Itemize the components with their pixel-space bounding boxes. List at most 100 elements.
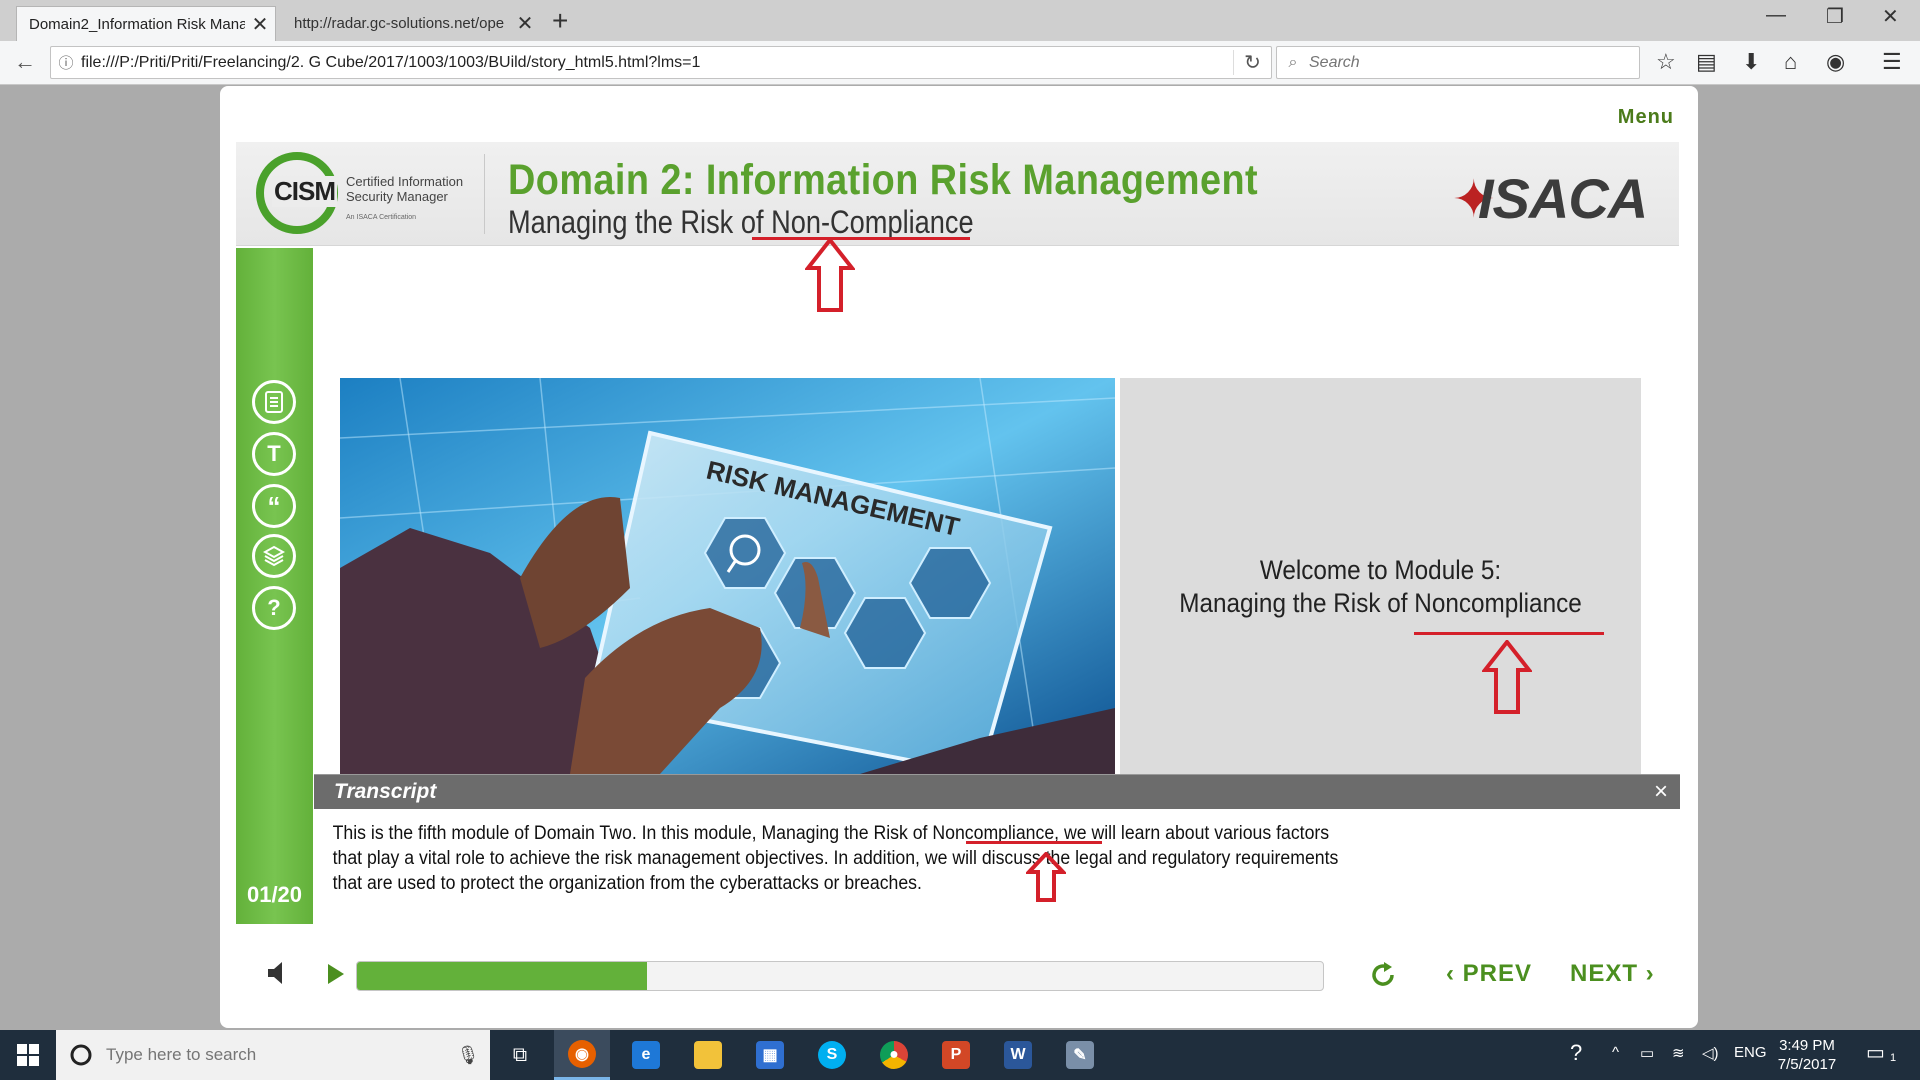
transcript-toggle-icon[interactable]: T (252, 432, 296, 476)
browser-tab-bar: Domain2_Information Risk Mana ✕ http://r… (0, 0, 1920, 41)
folder-icon (694, 1041, 722, 1069)
help-icon[interactable]: ? (252, 586, 296, 630)
taskbar-firefox[interactable]: ◉ (554, 1030, 610, 1080)
chrome-icon: ● (880, 1041, 908, 1069)
annotation-underline-transcript (966, 841, 1102, 844)
home-icon[interactable]: ⌂ (1784, 49, 1797, 75)
word-icon: W (1004, 1041, 1032, 1069)
microphone-icon[interactable]: 🎙 (446, 1045, 490, 1066)
windows-logo-icon (17, 1044, 39, 1066)
course-banner: CISM Certified Information Security Mana… (236, 142, 1679, 246)
welcome-line-1: Welcome to Module 5: (1259, 555, 1502, 585)
reading-list-icon[interactable]: ▤ (1696, 49, 1717, 75)
new-tab-button[interactable]: + (552, 5, 568, 37)
start-button[interactable] (0, 1030, 56, 1080)
edge-icon: e (632, 1041, 660, 1069)
taskbar-powerpoint[interactable]: P (928, 1030, 984, 1080)
browser-nav-bar: ← ⓘ file:///P:/Priti/Priti/Freelancing/2… (0, 41, 1920, 85)
glossary-quote-icon[interactable]: “ (252, 484, 296, 528)
layers-icon[interactable] (252, 534, 296, 578)
tab-close-icon[interactable]: ✕ (510, 11, 540, 36)
transcript-body: This is the fifth module of Domain Two. … (332, 823, 1339, 894)
cism-line-1: Certified Information (346, 174, 464, 189)
banner-divider (484, 154, 485, 234)
next-button[interactable]: NEXT › (1570, 960, 1655, 988)
risk-management-image: RISK MANAGEMENT (340, 378, 1115, 774)
course-subtitle: Managing the Risk of Non-Compliance (508, 204, 974, 240)
wifi-icon[interactable]: ≋ (1672, 1044, 1685, 1062)
url-text[interactable]: file:///P:/Priti/Priti/Freelancing/2. G … (81, 54, 1233, 72)
reload-icon[interactable]: ↻ (1233, 50, 1271, 75)
skype-icon: S (818, 1041, 846, 1069)
site-info-icon[interactable]: ⓘ (51, 52, 81, 73)
cism-acronym: CISM (272, 176, 337, 207)
annotation-arrow-transcript (1026, 852, 1066, 902)
browser-tab[interactable]: http://radar.gc-solutions.net/ope ✕ (282, 6, 540, 41)
cism-logo: CISM Certified Information Security Mana… (256, 152, 476, 236)
taskbar-paint[interactable]: ✎ (1052, 1030, 1108, 1080)
transcript-header: Transcript × (314, 775, 1680, 809)
transcript-title: Transcript (334, 780, 437, 803)
annotation-underline-subtitle (752, 237, 970, 240)
cism-line-2: Security Manager (346, 189, 448, 204)
task-view-icon: ⧉ (512, 1043, 528, 1066)
minimize-window-button[interactable]: — (1766, 4, 1786, 27)
tab-close-icon[interactable]: ✕ (245, 12, 275, 37)
pocket-icon[interactable]: ◉ (1826, 49, 1845, 75)
player-controls: ‹ PREV NEXT › (236, 952, 1679, 998)
annotation-underline-welcome (1414, 632, 1604, 635)
tab-title: Domain2_Information Risk Mana (29, 15, 245, 33)
hamburger-menu-icon[interactable]: ☰ (1882, 49, 1902, 75)
paint-icon: ✎ (1066, 1041, 1094, 1069)
address-bar[interactable]: ⓘ file:///P:/Priti/Priti/Freelancing/2. … (50, 46, 1272, 79)
system-clock[interactable]: 3:49 PM 7/5/2017 (1762, 1036, 1852, 1074)
resources-icon[interactable] (252, 380, 296, 424)
tab-title: http://radar.gc-solutions.net/ope (294, 15, 505, 32)
course-sidebar: T “ ? 01/20 (236, 248, 313, 924)
show-hidden-icons-icon[interactable]: ^ (1612, 1044, 1619, 1061)
annotation-arrow-subtitle (805, 238, 855, 312)
isaca-wordmark: ISACA (1478, 167, 1648, 230)
annotation-arrow-welcome (1482, 640, 1532, 714)
course-title: Domain 2: Information Risk Management (508, 156, 1259, 204)
notification-count: 1 (1890, 1052, 1897, 1064)
browser-tab-active[interactable]: Domain2_Information Risk Mana ✕ (16, 6, 276, 41)
search-icon: ⌕ (1288, 53, 1298, 71)
volume-icon[interactable] (266, 960, 288, 991)
taskbar-word[interactable]: W (990, 1030, 1046, 1080)
course-player: Menu CISM Certified Information Security… (220, 86, 1698, 1028)
help-tray-icon[interactable]: ? (1570, 1040, 1582, 1066)
taskbar-search-input[interactable] (106, 1045, 446, 1065)
restore-window-button[interactable]: ❐ (1826, 4, 1844, 29)
taskbar-edge[interactable]: e (618, 1030, 674, 1080)
download-icon[interactable]: ⬇ (1742, 49, 1760, 75)
taskbar-file-explorer[interactable] (680, 1030, 736, 1080)
prev-label: PREV (1462, 960, 1533, 987)
transcript-close-icon[interactable]: × (1654, 778, 1668, 806)
close-window-button[interactable]: ✕ (1882, 4, 1899, 29)
notifications-icon[interactable]: ▭ (1866, 1040, 1885, 1065)
task-view-button[interactable]: ⧉ (492, 1030, 548, 1080)
progress-bar[interactable] (356, 961, 1324, 991)
clock-time: 3:49 PM (1779, 1037, 1835, 1054)
welcome-line-2: Managing the Risk of Noncompliance (1179, 588, 1582, 618)
browser-search-box[interactable]: ⌕ (1276, 46, 1640, 79)
store-icon: ▦ (756, 1041, 784, 1069)
prev-button[interactable]: ‹ PREV (1446, 960, 1532, 988)
volume-tray-icon[interactable]: ◁) (1702, 1044, 1719, 1062)
browser-search-input[interactable] (1309, 53, 1639, 72)
taskbar-chrome[interactable]: ● (866, 1030, 922, 1080)
menu-button[interactable]: Menu (1618, 106, 1674, 129)
replay-icon[interactable] (1368, 960, 1398, 995)
battery-icon[interactable]: ▭ (1640, 1044, 1654, 1062)
play-icon[interactable] (326, 962, 346, 991)
taskbar-store[interactable]: ▦ (742, 1030, 798, 1080)
cortana-icon (56, 1043, 106, 1067)
back-icon[interactable]: ← (14, 49, 36, 75)
powerpoint-icon: P (942, 1041, 970, 1069)
welcome-text: Welcome to Module 5: Managing the Risk o… (1120, 554, 1641, 620)
bookmark-star-icon[interactable]: ☆ (1656, 49, 1676, 75)
taskbar-skype[interactable]: S (804, 1030, 860, 1080)
taskbar-search[interactable]: 🎙 (56, 1030, 490, 1080)
welcome-panel: Welcome to Module 5: Managing the Risk o… (1120, 378, 1641, 774)
